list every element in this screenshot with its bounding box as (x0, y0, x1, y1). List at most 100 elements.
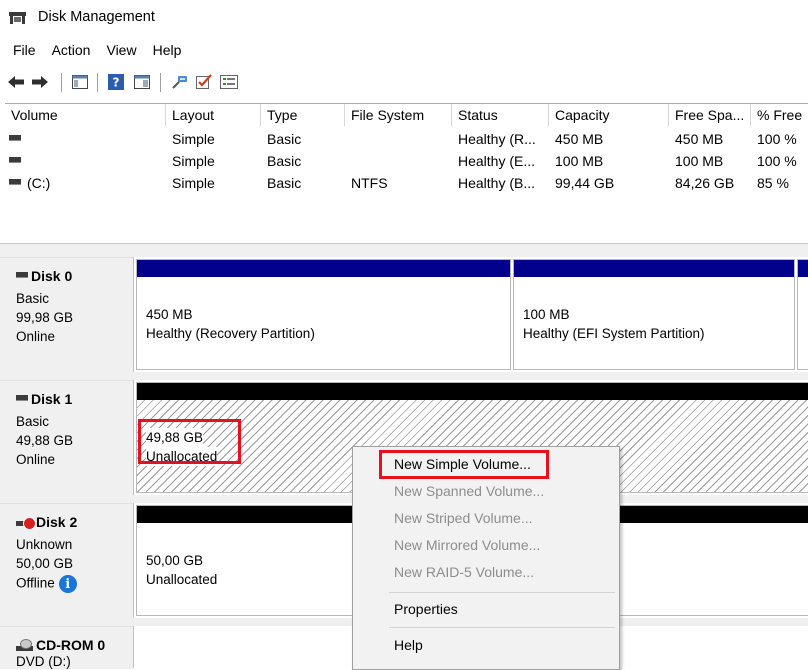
help-icon[interactable]: ? (106, 72, 126, 92)
primary-partition-bar (514, 260, 794, 277)
menu-item-help[interactable]: Help (394, 637, 423, 653)
free-space-cell: 100 MB (675, 153, 724, 169)
column-header-layout[interactable]: Layout (166, 104, 261, 126)
status-cell: Healthy (B... (458, 175, 536, 191)
partition-c-drive[interactable] (797, 259, 808, 370)
disk-size: 99,98 GB (16, 310, 74, 325)
partition-size: 450 MB (146, 307, 193, 322)
capacity-cell: 450 MB (555, 131, 604, 147)
cdrom-0-info[interactable]: CD-ROM 0 DVD (D:) (0, 626, 133, 669)
disk-name: Disk 2 (36, 514, 78, 530)
drive-icon (9, 179, 21, 186)
layout-cell: Simple (172, 153, 215, 169)
disk-name: Disk 1 (31, 391, 73, 407)
menu-view[interactable]: View (106, 42, 136, 58)
disk-kind: Basic (16, 414, 50, 429)
type-cell: Basic (267, 175, 302, 191)
window-title: Disk Management (38, 9, 155, 25)
free-space-cell: 450 MB (675, 131, 724, 147)
partition-status: Unallocated (146, 572, 218, 587)
disk-kind: Unknown (16, 537, 73, 552)
volume-name: (C:) (27, 175, 51, 191)
disk-size: 49,88 GB (16, 433, 74, 448)
column-header-type[interactable]: Type (261, 104, 345, 126)
disk-0-info[interactable]: Disk 0 Basic 99,98 GB Online (0, 257, 133, 373)
disk-icon (16, 395, 28, 402)
info-icon[interactable]: i (58, 575, 77, 593)
connect-icon[interactable] (170, 72, 190, 92)
checkmark-icon[interactable] (194, 72, 214, 92)
menu-item-new-striped-volume[interactable]: New Striped Volume... (394, 510, 533, 526)
menu-file[interactable]: File (13, 42, 36, 58)
table-row[interactable]: (C:) Simple Basic NTFS Healthy (B... 99,… (5, 172, 808, 194)
type-cell: Basic (267, 153, 302, 169)
properties-list-icon[interactable] (219, 72, 239, 92)
percent-free-cell: 100 % (757, 153, 797, 169)
table-row[interactable]: Simple Basic Healthy (R... 450 MB 450 MB… (5, 128, 808, 150)
disk-0-partitions: 450 MB Healthy (Recovery Partition) 100 … (133, 257, 808, 372)
drive-icon (9, 135, 21, 142)
disk-size: 50,00 GB (16, 556, 74, 571)
partition-efi[interactable]: 100 MB Healthy (EFI System Partition) (513, 259, 795, 370)
menu-separator (389, 627, 615, 628)
disk-management-icon (9, 10, 26, 24)
highlight-unallocated (138, 419, 241, 464)
menu-item-new-spanned-volume[interactable]: New Spanned Volume... (394, 483, 544, 499)
show-hide-console-tree-icon[interactable] (70, 72, 90, 92)
capacity-cell: 99,44 GB (555, 175, 615, 191)
disk-kind: DVD (D:) (16, 654, 71, 669)
svg-text:?: ? (113, 76, 120, 90)
partition-status: Healthy (Recovery Partition) (146, 326, 315, 341)
menu-action[interactable]: Action (52, 42, 91, 58)
disk-state: Online (16, 452, 56, 467)
partition-status: Healthy (EFI System Partition) (523, 326, 705, 341)
partition-size: 100 MB (523, 307, 570, 322)
disk-2-info[interactable]: Disk 2 Unknown 50,00 GB Offline i (0, 503, 133, 619)
toolbar: ? (0, 64, 808, 102)
column-header-file-system[interactable]: File System (345, 104, 452, 126)
column-header-volume[interactable]: Volume (5, 104, 166, 126)
menu-item-properties[interactable]: Properties (394, 601, 458, 617)
file-system-cell: NTFS (351, 175, 388, 191)
disk-state: Online (16, 329, 56, 344)
context-menu: New Simple Volume... New Spanned Volume.… (352, 446, 620, 670)
status-cell: Healthy (E... (458, 153, 536, 169)
disk-name: CD-ROM 0 (36, 637, 106, 653)
column-header-free-space[interactable]: Free Spa... (669, 104, 751, 126)
forward-arrow-icon[interactable] (30, 72, 50, 92)
layout-cell: Simple (172, 175, 215, 191)
disk-kind: Basic (16, 291, 50, 306)
capacity-cell: 100 MB (555, 153, 604, 169)
type-cell: Basic (267, 131, 302, 147)
percent-free-cell: 100 % (757, 131, 797, 147)
disk-icon (16, 272, 28, 279)
show-hide-action-pane-icon[interactable] (132, 72, 152, 92)
percent-free-cell: 85 % (757, 175, 789, 191)
highlight-new-simple-volume (379, 450, 549, 479)
back-arrow-icon[interactable] (6, 72, 26, 92)
column-header-status[interactable]: Status (452, 104, 549, 126)
column-header-capacity[interactable]: Capacity (549, 104, 669, 126)
drive-icon (9, 157, 21, 164)
disk-name: Disk 0 (31, 268, 73, 284)
menu-help[interactable]: Help (153, 42, 182, 58)
primary-partition-bar (137, 260, 510, 277)
disk-state: Offline (16, 575, 55, 591)
disk-1-info[interactable]: Disk 1 Basic 49,88 GB Online (0, 380, 133, 496)
title-bar: Disk Management (0, 0, 808, 36)
volume-list: Volume Layout Type File System Status Ca… (5, 103, 808, 244)
status-cell: Healthy (R... (458, 131, 536, 147)
menu-bar: File Action View Help (0, 36, 808, 64)
menu-item-new-raid5-volume[interactable]: New RAID-5 Volume... (394, 564, 534, 580)
partition-size: 50,00 GB (146, 553, 204, 568)
cd-drive-icon (16, 639, 36, 653)
offline-disk-icon (16, 517, 36, 531)
layout-cell: Simple (172, 131, 215, 147)
menu-item-new-mirrored-volume[interactable]: New Mirrored Volume... (394, 537, 540, 553)
volume-list-header: Volume Layout Type File System Status Ca… (5, 104, 808, 126)
partition-recovery[interactable]: 450 MB Healthy (Recovery Partition) (136, 259, 511, 370)
primary-partition-bar (798, 260, 808, 277)
unallocated-bar (137, 383, 808, 400)
column-header-percent-free[interactable]: % Free (751, 104, 808, 126)
table-row[interactable]: Simple Basic Healthy (E... 100 MB 100 MB… (5, 150, 808, 172)
